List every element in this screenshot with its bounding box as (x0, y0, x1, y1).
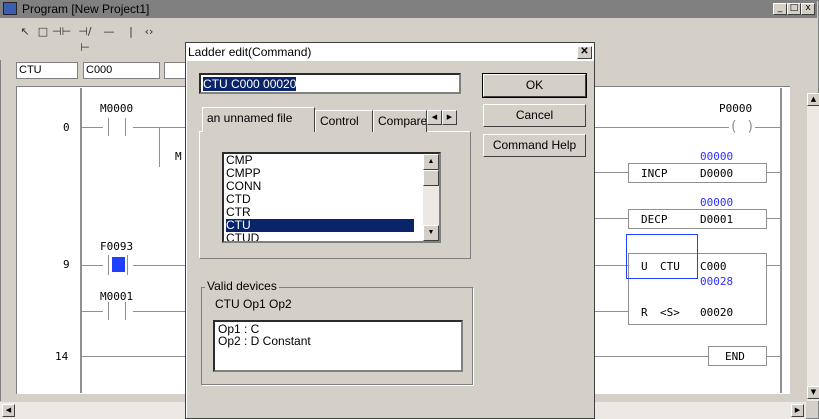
window-title: Program [New Project1] (22, 2, 150, 16)
end-label: END (725, 350, 745, 363)
device-field[interactable]: C000 (83, 62, 160, 79)
coil-label: P0000 (719, 102, 753, 115)
contact-no-icon[interactable]: ⊣⊢ (52, 24, 71, 40)
branch-line (159, 127, 160, 167)
list-scrollbar[interactable]: ▲ ▼ (423, 154, 439, 241)
step-number: 14 (55, 350, 69, 363)
arrow-left-icon[interactable]: ◀ (2, 404, 15, 417)
contact-no[interactable] (103, 302, 133, 320)
contact-nc-icon[interactable]: ⊣/⊢ (76, 24, 94, 54)
scroll-thumb[interactable] (423, 170, 439, 186)
decp-value: 00000 (700, 196, 734, 209)
rung-line (767, 265, 781, 266)
left-power-rail (80, 88, 82, 393)
ctu-preset: 00020 (700, 306, 734, 319)
arrow-up-icon[interactable]: ▲ (423, 154, 439, 170)
command-syntax: CTU Op1 Op2 (215, 297, 292, 311)
ok-button[interactable]: OK (482, 73, 587, 98)
arrow-right-icon[interactable]: ▶ (791, 404, 804, 417)
ctu-s-label: <S> (660, 306, 680, 319)
right-power-rail (780, 88, 782, 393)
rung-line (81, 356, 185, 357)
ctu-device: C000 (700, 260, 727, 273)
arrow-down-icon[interactable]: ▼ (807, 386, 819, 399)
step-number: 0 (63, 121, 70, 134)
list-item[interactable]: CTD (226, 193, 414, 206)
ctu-u-input: U (641, 260, 648, 273)
decp-op: DECP (641, 213, 668, 226)
instruction-field[interactable]: CTU (16, 62, 78, 79)
list-item[interactable]: CTUD (226, 232, 414, 242)
close-window-button[interactable]: x (801, 3, 815, 15)
list-item[interactable]: CTR (226, 206, 414, 219)
incp-op: INCP (641, 167, 668, 180)
rung-line (595, 265, 628, 266)
operand-description-box: Op1 : C Op2 : D Constant (213, 320, 463, 372)
ctu-op: CTU (660, 260, 680, 273)
coil-icon[interactable]: ‹› (140, 24, 158, 40)
rung-line (81, 127, 185, 128)
rung-line (81, 265, 185, 266)
hline-icon[interactable]: — (100, 24, 118, 40)
ctu-current-value: 00028 (700, 275, 734, 288)
coil[interactable]: ( ) (729, 117, 755, 137)
list-item[interactable]: CONN (226, 180, 414, 193)
valid-devices-label: Valid devices (205, 279, 279, 293)
pointer-icon[interactable]: ↖ (16, 24, 34, 40)
vline-icon[interactable]: | (122, 24, 140, 40)
command-help-button[interactable]: Command Help (483, 134, 586, 157)
contact-no[interactable] (103, 118, 133, 136)
value-field[interactable] (164, 62, 186, 79)
maximize-button[interactable]: □ (787, 3, 801, 15)
arrow-right-icon[interactable]: ▶ (442, 110, 457, 125)
tab-control[interactable]: Control (315, 110, 373, 132)
arrow-left-icon[interactable]: ◀ (427, 110, 442, 125)
close-icon[interactable]: ✕ (577, 46, 592, 59)
rung-line (595, 311, 628, 312)
select-box-icon[interactable]: □ (34, 24, 52, 40)
app-icon[interactable] (3, 2, 17, 15)
tab-compare[interactable]: Compare (373, 110, 427, 132)
rung-line (81, 311, 185, 312)
contact-label: M0000 (100, 102, 134, 115)
command-input[interactable]: CTU C000 00020 (199, 73, 461, 94)
incp-device: D0000 (700, 167, 734, 180)
step-number: 9 (63, 258, 70, 271)
arrow-down-icon[interactable]: ▼ (423, 225, 439, 241)
tab-unnamed-file[interactable]: an unnamed file (202, 107, 315, 132)
cancel-button[interactable]: Cancel (483, 104, 586, 127)
arrow-up-icon[interactable]: ▲ (807, 93, 819, 106)
dialog-title: Ladder edit(Command) (188, 45, 312, 59)
operand-line: Op2 : D Constant (218, 334, 311, 348)
contact-no-active[interactable] (103, 255, 133, 275)
vertical-scrollbar[interactable]: ▲ ▼ (806, 93, 819, 401)
truncated-label: M (175, 150, 182, 163)
incp-value: 00000 (700, 150, 734, 163)
command-input-value: CTU C000 00020 (203, 77, 297, 91)
command-list[interactable]: CMP CMPP CONN CTD CTR CTU CTUD ▲ ▼ (222, 152, 441, 243)
minimize-button[interactable]: _ (773, 3, 787, 15)
ctu-r-input: R (641, 306, 648, 319)
decp-device: D0001 (700, 213, 734, 226)
contact-label: F0093 (100, 240, 134, 253)
